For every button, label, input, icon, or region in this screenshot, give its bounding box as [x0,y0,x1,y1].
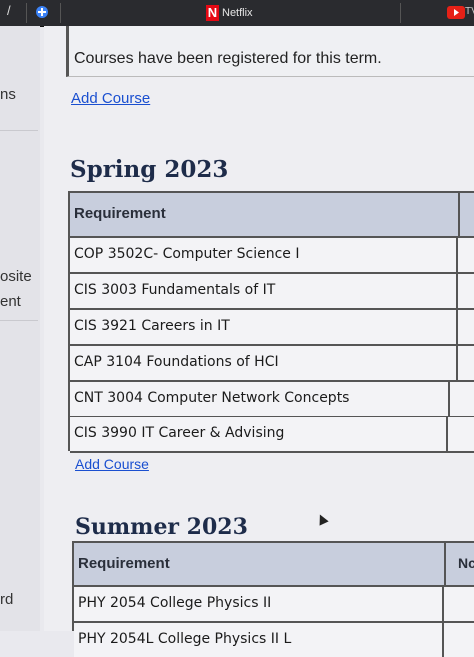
registration-notice: Courses have been registered for this te… [66,26,474,77]
tab-netflix[interactable]: N Netflix [206,3,253,23]
left-sidebar: ns osite ent rd [0,26,40,631]
tab-slash-icon[interactable]: / [7,3,11,18]
term-title-summer: Summer 2023 [75,514,248,540]
table-row[interactable]: CIS 3990 IT Career & Advising [70,417,474,453]
sidebar-item[interactable]: ns [0,86,16,103]
course-cell: PHY 2054L College Physics II L [78,631,292,647]
course-cell: CIS 3921 Careers in IT [74,318,230,334]
tab-label: Netflix [222,7,253,19]
course-cell: CIS 3003 Fundamentals of IT [74,282,276,298]
notice-text: Courses have been registered for this te… [74,50,382,67]
term-title-spring: Spring 2023 [70,156,229,183]
sidebar-item[interactable]: osite [0,268,32,285]
column-header-requirement: Requirement [78,555,170,572]
table-row[interactable]: CNT 3004 Computer Network Concepts [70,382,474,418]
sidebar-divider [0,320,38,321]
column-divider [446,417,448,451]
sidebar-item[interactable]: ent [0,293,21,310]
column-header-requirement: Requirement [74,205,166,222]
column-divider [448,382,450,416]
column-divider [442,587,444,621]
summer-requirements-table: Requirement Nc PHY 2054 College Physics … [72,541,474,657]
add-course-link[interactable]: Add Course [71,90,150,107]
column-divider [456,346,458,380]
course-cell: PHY 2054 College Physics II [78,595,272,611]
table-header: Requirement Nc [74,541,474,587]
table-header: Requirement [70,191,474,238]
column-divider [458,193,460,236]
table-row[interactable]: COP 3502C- Computer Science I [70,238,474,274]
browser-tab-bar: / N Netflix TV [0,0,474,27]
column-divider [456,238,458,272]
column-divider [444,543,446,585]
table-row[interactable]: PHY 2054 College Physics II [74,587,474,623]
column-divider [442,623,444,657]
sidebar-divider [0,130,38,131]
column-divider [456,274,458,308]
extension-icon[interactable] [34,4,50,20]
course-cell: CIS 3990 IT Career & Advising [74,425,285,441]
column-divider [456,310,458,344]
table-row[interactable]: PHY 2054L College Physics II L [74,623,474,657]
tab-label[interactable]: TV [465,6,474,17]
course-cell: COP 3502C- Computer Science I [74,246,300,262]
add-course-link[interactable]: Add Course [75,456,149,472]
spring-requirements-table: Requirement COP 3502C- Computer Science … [68,191,474,453]
tab-divider [60,3,61,23]
tab-divider [400,3,401,23]
sidebar-item[interactable]: rd [0,591,13,608]
table-row[interactable]: CIS 3003 Fundamentals of IT [70,274,474,310]
netflix-icon: N [206,5,219,21]
course-cell: CNT 3004 Computer Network Concepts [74,390,350,406]
course-cell: CAP 3104 Foundations of HCI [74,354,279,370]
youtube-icon[interactable] [447,6,465,19]
table-row[interactable]: CAP 3104 Foundations of HCI [70,346,474,382]
table-row[interactable]: CIS 3921 Careers in IT [70,310,474,346]
tab-divider [26,3,27,23]
column-header-nc: Nc [458,555,474,571]
